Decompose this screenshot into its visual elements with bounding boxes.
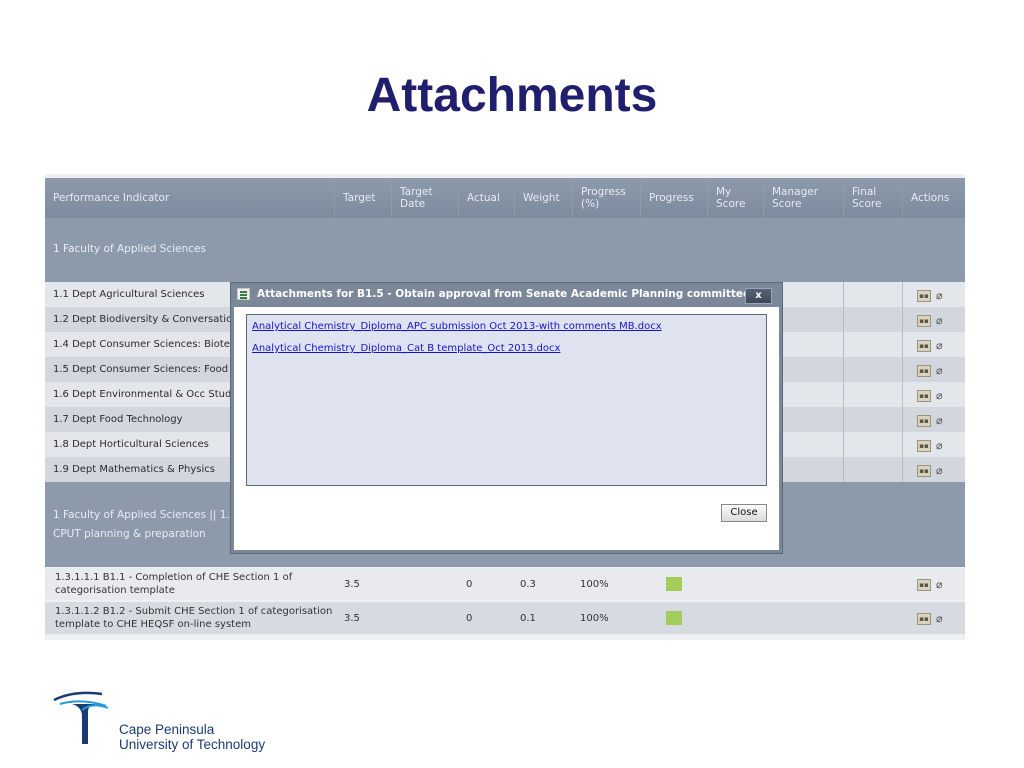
header-target[interactable]: Target	[334, 178, 391, 218]
row-label: 1.3.1.1.2 B1.2 - Submit CHE Section 1 of…	[55, 606, 333, 630]
target-value: 3.5	[344, 578, 360, 590]
header-manager-score[interactable]: Manager Score	[763, 178, 843, 218]
logo-mark	[53, 691, 109, 744]
header-actual[interactable]: Actual	[458, 178, 514, 218]
header-weight[interactable]: Weight	[514, 178, 572, 218]
paperclip-icon[interactable]: ⌀	[936, 440, 943, 451]
progress-pct-value: 100%	[580, 578, 609, 590]
row-actions: ▪▪ ⌀	[917, 579, 943, 591]
row-actions: ▪▪ ⌀	[917, 365, 943, 377]
paperclip-icon[interactable]: ⌀	[936, 340, 943, 351]
progress-indicator	[666, 611, 682, 625]
header-my-score[interactable]: My Score	[707, 178, 763, 218]
attachment-link[interactable]: Analytical Chemistry_Diploma_APC submiss…	[252, 321, 662, 332]
users-icon[interactable]: ▪▪	[917, 340, 931, 352]
target-value: 3.5	[344, 612, 360, 624]
header-performance-indicator[interactable]: Performance Indicator	[45, 178, 334, 218]
dialog-body: Analytical Chemistry_Diploma_APC submiss…	[234, 307, 779, 550]
row-label: 1.4 Dept Consumer Sciences: Biotech	[53, 339, 242, 350]
paperclip-icon[interactable]: ⌀	[936, 315, 943, 326]
kpi-screen: Performance Indicator Target Target Date…	[45, 174, 965, 640]
progress-indicator	[666, 577, 682, 591]
close-button[interactable]: Close	[721, 504, 767, 522]
actual-value: 0	[466, 578, 473, 590]
group-row-faculty[interactable]: 1 Faculty of Applied Sciences	[45, 218, 965, 282]
row-actions: ▪▪ ⌀	[917, 315, 943, 327]
group-label: 1 Faculty of Applied Sciences || 1.	[53, 509, 230, 521]
header-progress[interactable]: Progress	[640, 178, 707, 218]
row-actions: ▪▪ ⌀	[917, 613, 943, 625]
row-actions: ▪▪ ⌀	[917, 440, 943, 452]
attachment-list: Analytical Chemistry_Diploma_APC submiss…	[246, 314, 767, 486]
paperclip-icon[interactable]: ⌀	[936, 465, 943, 476]
row-label: 1.8 Dept Horticultural Sciences	[53, 439, 209, 450]
table-header: Performance Indicator Target Target Date…	[45, 178, 965, 218]
group-label: 1 Faculty of Applied Sciences	[53, 243, 206, 255]
attachment-link[interactable]: Analytical Chemistry_Diploma_Cat B templ…	[252, 343, 560, 354]
users-icon[interactable]: ▪▪	[917, 365, 931, 377]
final-score-cell	[843, 307, 902, 332]
header-final-score[interactable]: Final Score	[843, 178, 902, 218]
logo-line1: Cape Peninsula	[119, 722, 215, 737]
row-actions: ▪▪ ⌀	[917, 340, 943, 352]
paperclip-icon[interactable]: ⌀	[936, 390, 943, 401]
row-label: 1.1 Dept Agricultural Sciences	[53, 289, 205, 300]
final-score-cell	[843, 282, 902, 307]
actual-value: 0	[466, 612, 473, 624]
table-row[interactable]: 1.3.1.1.1 B1.1 - Completion of CHE Secti…	[45, 568, 965, 600]
row-actions: ▪▪ ⌀	[917, 465, 943, 477]
row-label: 1.5 Dept Consumer Sciences: Food &	[53, 364, 240, 375]
row-actions: ▪▪ ⌀	[917, 415, 943, 427]
row-actions: ▪▪ ⌀	[917, 390, 943, 402]
row-label: 1.2 Dept Biodiversity & Conversation	[53, 314, 239, 325]
row-label: 1.3.1.1.1 B1.1 - Completion of CHE Secti…	[55, 572, 293, 596]
list-icon	[237, 288, 250, 300]
users-icon[interactable]: ▪▪	[917, 290, 931, 302]
users-icon[interactable]: ▪▪	[917, 440, 931, 452]
logo-text: Cape Peninsula University of Technology	[119, 722, 265, 752]
final-score-cell	[843, 332, 902, 357]
final-score-cell	[843, 457, 902, 482]
dialog-titlebar[interactable]: Attachments for B1.5 - Obtain approval f…	[231, 283, 782, 306]
row-label: 1.7 Dept Food Technology	[53, 414, 183, 425]
users-icon[interactable]: ▪▪	[917, 415, 931, 427]
dialog-title: Attachments for B1.5 - Obtain approval f…	[257, 288, 751, 300]
attachments-dialog: Attachments for B1.5 - Obtain approval f…	[230, 282, 783, 554]
slide-title: Attachments	[366, 69, 658, 122]
final-score-cell	[843, 407, 902, 432]
users-icon[interactable]: ▪▪	[917, 315, 931, 327]
row-label: 1.6 Dept Environmental & Occ Studi	[53, 389, 235, 400]
row-actions: ▪▪ ⌀	[917, 290, 943, 302]
paperclip-icon[interactable]: ⌀	[936, 290, 943, 301]
paperclip-icon[interactable]: ⌀	[936, 613, 943, 624]
logo-line2: University of Technology	[119, 737, 266, 752]
users-icon[interactable]: ▪▪	[917, 579, 931, 591]
table-row[interactable]: 1.3.1.1.2 B1.2 - Submit CHE Section 1 of…	[45, 602, 965, 634]
header-progress-pct[interactable]: Progress (%)	[572, 178, 640, 218]
header-target-date[interactable]: Target Date	[391, 178, 458, 218]
close-icon[interactable]: x	[745, 288, 772, 304]
paperclip-icon[interactable]: ⌀	[936, 415, 943, 426]
group-sublabel: CPUT planning & preparation	[53, 528, 206, 540]
final-score-cell	[843, 357, 902, 382]
header-actions: Actions	[902, 178, 965, 218]
paperclip-icon[interactable]: ⌀	[936, 579, 943, 590]
final-score-cell	[843, 382, 902, 407]
users-icon[interactable]: ▪▪	[917, 613, 931, 625]
row-label: 1.9 Dept Mathematics & Physics	[53, 464, 215, 475]
users-icon[interactable]: ▪▪	[917, 465, 931, 477]
users-icon[interactable]: ▪▪	[917, 390, 931, 402]
weight-value: 0.1	[520, 612, 536, 624]
paperclip-icon[interactable]: ⌀	[936, 365, 943, 376]
final-score-cell	[843, 432, 902, 457]
progress-pct-value: 100%	[580, 612, 609, 624]
cput-logo: Cape Peninsula University of Technology	[52, 688, 272, 758]
weight-value: 0.3	[520, 578, 536, 590]
